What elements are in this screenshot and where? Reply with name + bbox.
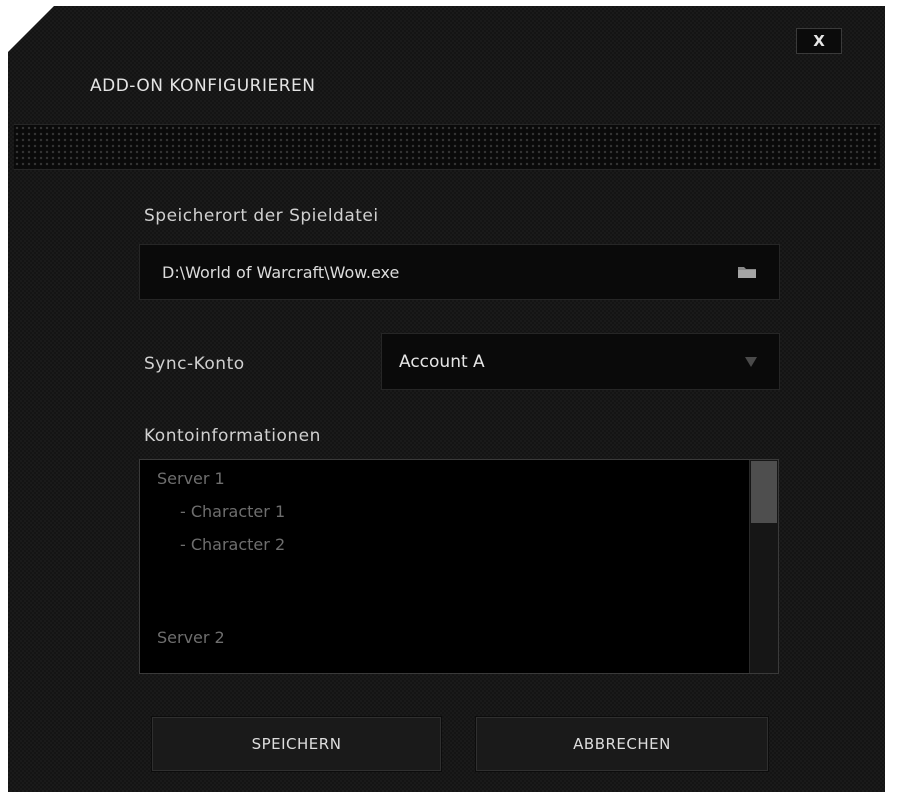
save-button-label: SPEICHERN — [251, 735, 342, 753]
scroll-thumb[interactable] — [751, 461, 777, 523]
sync-account-label: Sync-Konto — [144, 354, 245, 374]
game-file-path-field[interactable]: D:\World of Warcraft\Wow.exe — [139, 244, 780, 300]
account-info-list[interactable]: Server 1 - Character 1 - Character 2 Ser… — [139, 459, 779, 674]
dialog-title: ADD-ON KONFIGURIEREN — [90, 76, 316, 96]
cancel-button[interactable]: ABBRECHEN — [475, 716, 769, 772]
save-button[interactable]: SPEICHERN — [151, 716, 442, 772]
close-label: X — [813, 32, 825, 50]
header-divider-band — [14, 124, 880, 170]
game-file-path-value: D:\World of Warcraft\Wow.exe — [162, 262, 400, 282]
list-scrollbar[interactable] — [749, 460, 778, 673]
chevron-down-icon — [745, 356, 757, 367]
list-item-character-2[interactable]: - Character 2 — [180, 535, 285, 554]
account-info-label: Kontoinformationen — [144, 426, 321, 446]
list-item-server-2[interactable]: Server 2 — [157, 628, 225, 647]
folder-icon[interactable] — [737, 265, 757, 279]
cancel-button-label: ABBRECHEN — [573, 735, 671, 753]
list-item-character-1[interactable]: - Character 1 — [180, 502, 285, 521]
close-button[interactable]: X — [796, 28, 842, 54]
game-file-label: Speicherort der Spieldatei — [144, 206, 379, 226]
sync-account-dropdown[interactable]: Account A — [381, 333, 780, 390]
list-item-server-1[interactable]: Server 1 — [157, 469, 225, 488]
sync-account-selected: Account A — [399, 351, 485, 372]
